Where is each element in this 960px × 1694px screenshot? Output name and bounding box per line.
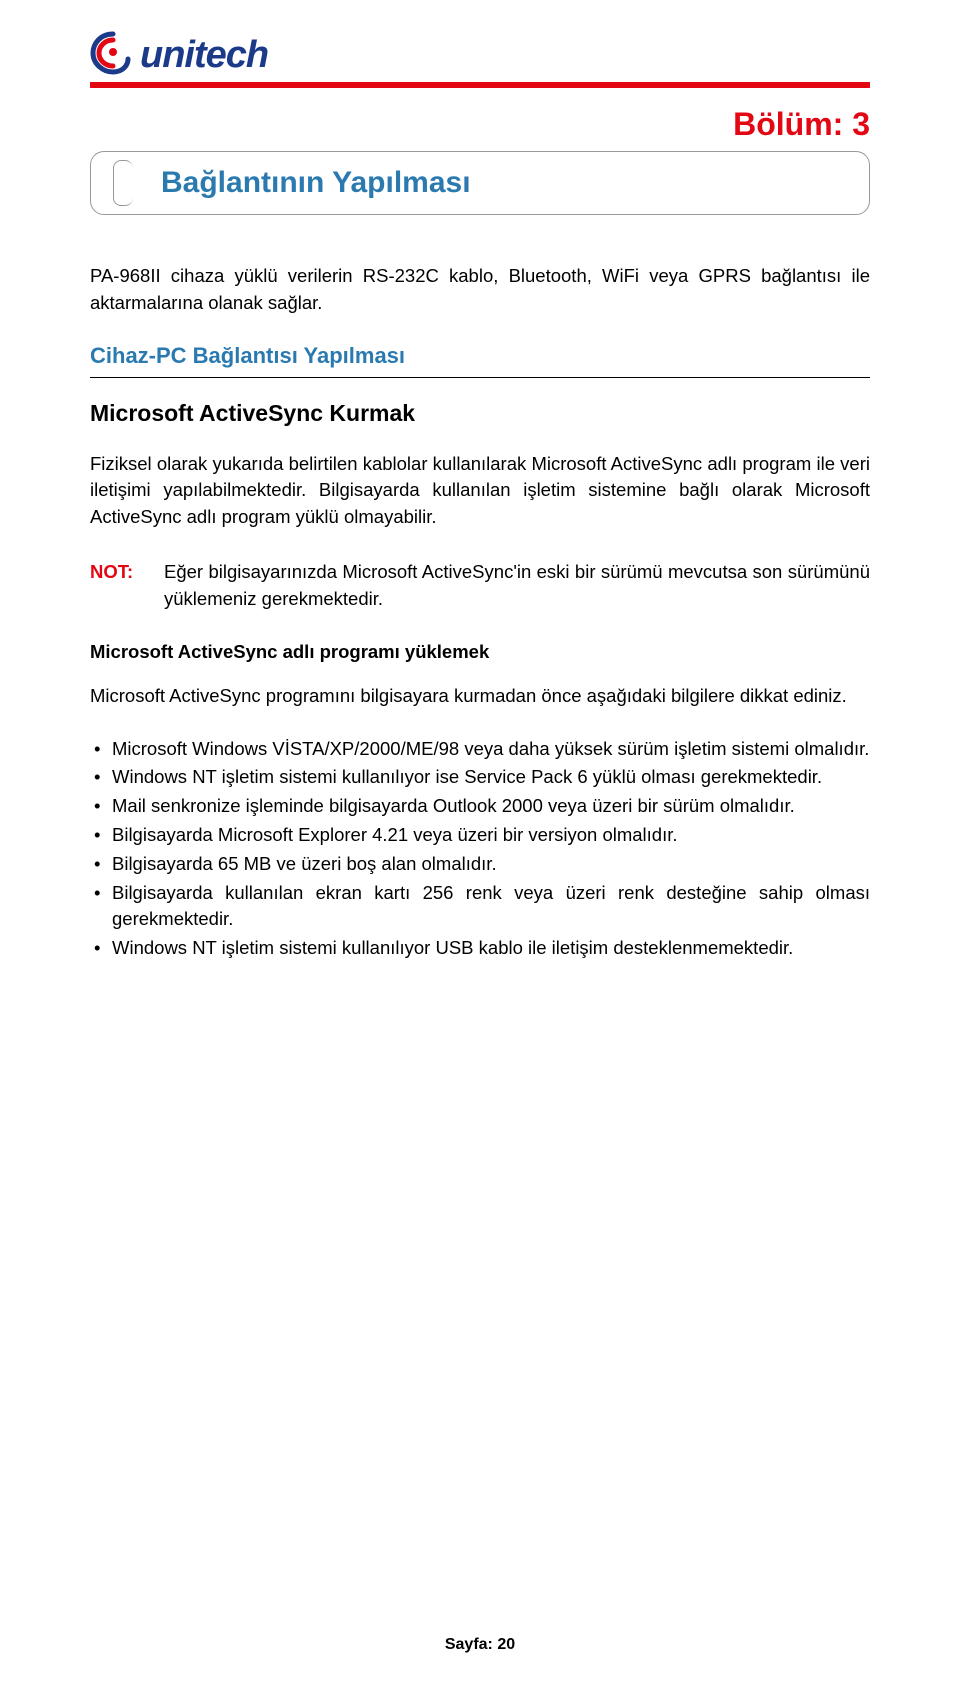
logo-swirl-icon <box>90 30 136 76</box>
header-logo: unitech <box>90 30 870 76</box>
list-item: Bilgisayarda 65 MB ve üzeri boş alan olm… <box>90 851 870 878</box>
requirements-list: Microsoft Windows VİSTA/XP/2000/ME/98 ve… <box>90 736 870 963</box>
page-footer: Sayfa: 20 <box>0 1636 960 1654</box>
list-item: Bilgisayarda Microsoft Explorer 4.21 vey… <box>90 822 870 849</box>
logo-text: unitech <box>140 36 268 76</box>
intro-paragraph: PA-968II cihaza yüklü verilerin RS-232C … <box>90 263 870 317</box>
subheading-install: Microsoft ActiveSync adlı programı yükle… <box>90 641 870 663</box>
paragraph-2: Microsoft ActiveSync programını bilgisay… <box>90 683 870 710</box>
note-block: NOT: Eğer bilgisayarınızda Microsoft Act… <box>90 559 870 613</box>
list-item: Windows NT işletim sistemi kullanılıyor … <box>90 764 870 791</box>
list-item: Mail senkronize işleminde bilgisayarda O… <box>90 793 870 820</box>
header-divider <box>90 82 870 88</box>
subheading-setup: Microsoft ActiveSync Kurmak <box>90 400 870 427</box>
title-box: Bağlantının Yapılması <box>90 151 870 215</box>
page-title: Bağlantının Yapılması <box>161 166 869 200</box>
list-item: Bilgisayarda kullanılan ekran kartı 256 … <box>90 880 870 934</box>
title-box-decor <box>113 160 133 206</box>
list-item: Microsoft Windows VİSTA/XP/2000/ME/98 ve… <box>90 736 870 763</box>
paragraph-1: Fiziksel olarak yukarıda belirtilen kabl… <box>90 451 870 531</box>
chapter-label: Bölüm: 3 <box>90 106 870 143</box>
note-text: Eğer bilgisayarınızda Microsoft ActiveSy… <box>164 559 870 613</box>
section-divider <box>90 377 870 378</box>
list-item: Windows NT işletim sistemi kullanılıyor … <box>90 935 870 962</box>
document-page: unitech Bölüm: 3 Bağlantının Yapılması P… <box>0 0 960 1004</box>
note-label: NOT: <box>90 559 164 613</box>
section-heading: Cihaz-PC Bağlantısı Yapılması <box>90 343 870 369</box>
